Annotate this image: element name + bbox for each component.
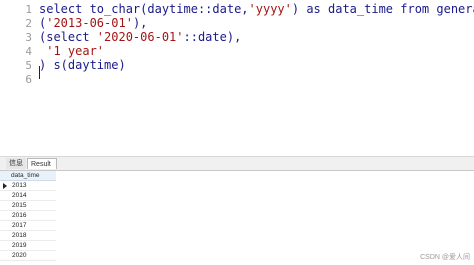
table-row[interactable]: 2013 (0, 181, 56, 191)
code-token: select to_char(daytime::date, (39, 2, 249, 16)
tab-result-1[interactable]: Result 1 (27, 158, 57, 179)
sql-editor[interactable]: 1 2 3 4 5 6 select to_char(daytime::date… (0, 0, 474, 154)
result-grid[interactable]: data_time 2013 2014 2015 2016 2017 2018 2019 20… (0, 171, 474, 265)
table-cell: 2017 (12, 222, 27, 229)
line-number: 5 (25, 59, 32, 72)
table-cell: 2020 (12, 252, 27, 259)
table-row[interactable]: 2015 (0, 201, 56, 211)
code-line[interactable]: '1 year' (39, 44, 104, 58)
line-number: 1 (25, 3, 32, 16)
table-row[interactable]: 2017 (0, 221, 56, 231)
code-line[interactable]: select to_char(daytime::date,'yyyy') as … (39, 2, 474, 16)
line-number-gutter: 1 2 3 4 5 6 (0, 0, 36, 154)
sql-client-window: 1 2 3 4 5 6 select to_char(daytime::date… (0, 0, 474, 265)
text-cursor (39, 66, 40, 79)
table-cell: 2014 (12, 192, 27, 199)
code-line[interactable]: ) s(daytime) (39, 58, 126, 72)
tab-info[interactable]: 信息 (6, 158, 26, 169)
table-row[interactable]: 2016 (0, 211, 56, 221)
code-token: (select (39, 30, 97, 44)
table-row[interactable]: 2019 (0, 241, 56, 251)
table-row[interactable]: 2020 (0, 251, 56, 261)
code-token: ), (132, 16, 148, 30)
table-cell: 2016 (12, 212, 27, 219)
column-header-label: data_time (11, 172, 40, 179)
table-cell: 2019 (12, 242, 27, 249)
line-number: 4 (25, 45, 32, 58)
line-number: 2 (25, 17, 32, 30)
table-cell: 2018 (12, 232, 27, 239)
string-literal: '2013-06-01' (46, 16, 133, 30)
grid-rows: 2013 2014 2015 2016 2017 2018 2019 2020 (0, 181, 56, 261)
column-header-data-time[interactable]: data_time (0, 171, 56, 181)
code-line[interactable]: ('2013-06-01'), (39, 16, 147, 30)
code-token: ) as data_time from generate_series( (291, 2, 474, 16)
table-cell: 2015 (12, 202, 27, 209)
result-tab-bar: 信息 Result 1 (0, 156, 474, 179)
table-row[interactable]: 2014 (0, 191, 56, 201)
string-literal: '2020-06-01' (96, 30, 184, 44)
string-literal: 'yyyy' (248, 2, 292, 16)
code-token: ) s(daytime) (39, 58, 126, 72)
watermark: CSDN @爱人间 (420, 254, 470, 261)
code-token: ::date), (183, 30, 242, 44)
string-literal: '1 year' (46, 44, 105, 58)
code-line[interactable]: (select '2020-06-01'::date), (39, 30, 241, 44)
table-row[interactable]: 2018 (0, 231, 56, 241)
line-number: 3 (25, 31, 32, 44)
current-row-marker-icon (3, 183, 7, 189)
code-area[interactable]: select to_char(daytime::date,'yyyy') as … (39, 0, 474, 154)
line-number: 6 (25, 73, 32, 86)
table-cell: 2013 (12, 182, 27, 189)
